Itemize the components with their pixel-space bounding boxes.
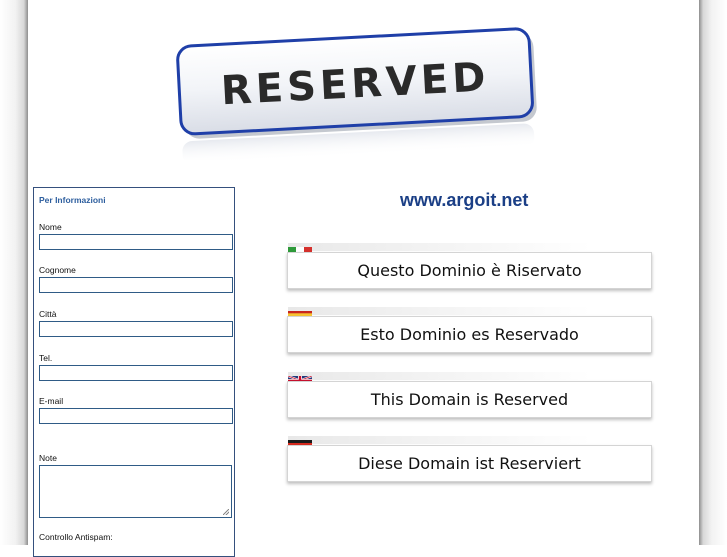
- note-textarea[interactable]: [39, 465, 232, 518]
- germany-flag-icon: [288, 436, 312, 445]
- lang-card-english: This Domain is Reserved: [287, 381, 652, 418]
- cognome-input[interactable]: [39, 277, 233, 293]
- tel-label: Tel.: [39, 353, 53, 363]
- page-frame-right: [699, 0, 727, 545]
- cognome-label: Cognome: [39, 265, 76, 275]
- flag-strip: [288, 243, 592, 251]
- antispam-label: Controllo Antispam:: [39, 532, 113, 542]
- uk-flag-icon: [288, 372, 312, 381]
- note-label: Note: [39, 453, 57, 463]
- form-title: Per Informazioni: [39, 195, 106, 205]
- flag-strip: [288, 436, 592, 444]
- nome-label: Nome: [39, 222, 62, 232]
- email-input[interactable]: [39, 408, 233, 424]
- email-label: E-mail: [39, 396, 64, 406]
- citta-label: Città: [39, 309, 57, 319]
- contact-form: Per Informazioni Nome Cognome Città Tel.…: [33, 187, 235, 557]
- flag-strip: [288, 307, 592, 315]
- resize-grip-icon[interactable]: [223, 509, 229, 515]
- citta-input[interactable]: [39, 321, 233, 337]
- flag-strip: [288, 372, 592, 380]
- italy-flag-icon: [288, 243, 312, 252]
- lang-card-german: Diese Domain ist Reserviert: [287, 445, 652, 482]
- tel-input[interactable]: [39, 365, 233, 381]
- lang-card-italian: Questo Dominio è Riservato: [287, 252, 652, 289]
- nome-input[interactable]: [39, 234, 233, 250]
- lang-card-spanish: Esto Dominio es Reservado: [287, 316, 652, 353]
- page-frame-left: [0, 0, 28, 545]
- domain-title: www.argoit.net: [400, 190, 529, 210]
- reserved-logo: RESERVED: [175, 20, 550, 160]
- spain-flag-icon: [288, 307, 312, 316]
